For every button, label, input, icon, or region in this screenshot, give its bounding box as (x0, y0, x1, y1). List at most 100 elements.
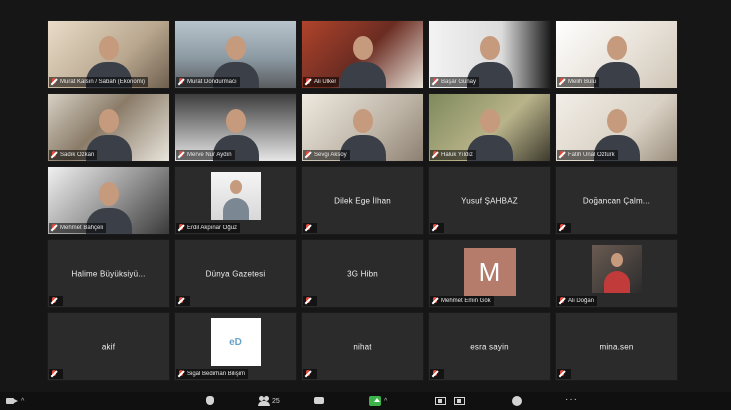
name-label (557, 369, 571, 379)
participant-name: Dilek Ege İlhan (334, 196, 391, 205)
muted-mic-icon (559, 297, 565, 305)
participant-label: Merve Nur Aydın (187, 152, 232, 158)
participant-name: Yusuf ŞAHBAZ (461, 196, 518, 205)
participant-tile[interactable]: nihat (301, 312, 424, 381)
participant-tile[interactable]: Sadık Özkan (47, 93, 170, 162)
chevron-up-icon[interactable]: ^ (384, 398, 387, 405)
participant-name: 3G Hibn (347, 269, 378, 278)
participant-tile[interactable]: eD Sigal Bedirhan Bilişim (174, 312, 297, 381)
muted-mic-icon (178, 370, 184, 378)
participant-tile[interactable]: Haluk Yıldız (428, 93, 551, 162)
profile-picture (591, 245, 642, 293)
participant-tile[interactable]: Sevgi Aksoy (301, 93, 424, 162)
name-label: Fatih Ünal Öztürk (557, 150, 618, 160)
participant-grid: Murat Kalsın / Sabah (Ekonomi) Murat Dond… (47, 20, 678, 381)
participant-tile[interactable]: Fatih Ünal Öztürk (555, 93, 678, 162)
muted-mic-icon (432, 78, 438, 86)
muted-mic-icon (305, 224, 311, 232)
participant-label: Başar Günay (441, 79, 477, 85)
participant-tile[interactable]: 3G Hibn (301, 239, 424, 308)
participant-tile[interactable]: Melih Bulu (555, 20, 678, 89)
participant-video (339, 36, 386, 88)
participant-label: Ali Doğan (568, 298, 595, 304)
participant-tile[interactable]: Başar Günay (428, 20, 551, 89)
participant-tile[interactable]: Mehmet Bahçeli (47, 166, 170, 235)
name-label: Erdil Akpınar Oğuz (176, 223, 241, 233)
participants-count: 25 (272, 397, 280, 405)
participant-tile[interactable]: mina.sen (555, 312, 678, 381)
share-screen-button[interactable]: ^ (369, 395, 387, 407)
participant-tile[interactable]: Halime Büyüksiyü... (47, 239, 170, 308)
participant-name: akif (101, 342, 116, 351)
muted-mic-icon (559, 224, 565, 232)
participant-tile[interactable]: Doğancan Çalm... (555, 166, 678, 235)
participant-label: Sadık Özkan (60, 152, 95, 158)
name-label (176, 296, 190, 306)
muted-mic-icon (305, 151, 311, 159)
muted-mic-icon (432, 297, 438, 305)
name-label: Ali Ülker (303, 77, 340, 87)
muted-mic-icon (51, 78, 57, 86)
muted-mic-icon (51, 224, 57, 232)
participant-label: Murat Kalsın / Sabah (Ekonomi) (60, 79, 146, 85)
name-label: Sevgi Aksoy (303, 150, 350, 160)
participant-tile[interactable]: Dilek Ege İlhan (301, 166, 424, 235)
name-label: Haluk Yıldız (430, 150, 476, 160)
name-label: Sigal Bedirhan Bilişim (176, 369, 249, 379)
shield-icon (204, 395, 216, 407)
muted-mic-icon (559, 78, 565, 86)
more-button[interactable]: ··· (565, 395, 578, 405)
muted-mic-icon (51, 370, 57, 378)
name-label (557, 223, 571, 233)
chevron-up-icon[interactable]: ^ (21, 398, 24, 405)
muted-mic-icon (559, 151, 565, 159)
reactions-button[interactable] (511, 395, 523, 407)
participant-tile[interactable]: Ali Doğan (555, 239, 678, 308)
name-label (430, 223, 444, 233)
video-toggle-button[interactable]: ^ (6, 395, 24, 407)
participant-name: Dünya Gazetesi (205, 269, 266, 278)
profile-picture (210, 172, 261, 220)
security-button[interactable] (204, 395, 216, 407)
muted-mic-icon (178, 297, 184, 305)
chat-icon (313, 395, 325, 407)
chat-button[interactable] (313, 395, 325, 407)
participant-tile[interactable]: Merve Nur Aydın (174, 93, 297, 162)
participant-label: Sevgi Aksoy (314, 152, 347, 158)
participants-button[interactable]: 25 (258, 395, 280, 407)
profile-logo: eD (210, 318, 261, 366)
muted-mic-icon (178, 224, 184, 232)
name-label: Başar Günay (430, 77, 480, 87)
muted-mic-icon (305, 78, 311, 86)
breakout-button[interactable] (454, 395, 466, 407)
participant-tile[interactable]: Yusuf ŞAHBAZ (428, 166, 551, 235)
participant-tile[interactable]: Murat Kalsın / Sabah (Ekonomi) (47, 20, 170, 89)
breakout-rooms-icon (454, 395, 466, 407)
name-label (303, 369, 317, 379)
participant-tile[interactable]: akif (47, 312, 170, 381)
muted-mic-icon (432, 370, 438, 378)
participant-tile[interactable]: M Mehmet Emin Gök (428, 239, 551, 308)
video-camera-icon (6, 395, 18, 407)
name-label: Murat Dondurmacı (176, 77, 240, 87)
participant-tile[interactable]: Ali Ülker (301, 20, 424, 89)
share-screen-icon (369, 395, 381, 407)
participant-tile[interactable]: Dünya Gazetesi (174, 239, 297, 308)
participant-tile[interactable]: Erdil Akpınar Oğuz (174, 166, 297, 235)
name-label (303, 296, 317, 306)
participant-label: Mehmet Emin Gök (441, 298, 491, 304)
name-label (303, 223, 317, 233)
participant-label: Mehmet Bahçeli (60, 225, 104, 231)
participant-name: nihat (353, 342, 372, 351)
muted-mic-icon (178, 151, 184, 159)
participant-label: Sigal Bedirhan Bilişim (187, 371, 246, 377)
reactions-icon (511, 395, 523, 407)
participant-tile[interactable]: Murat Dondurmacı (174, 20, 297, 89)
avatar: M (463, 248, 516, 296)
participant-video (593, 36, 640, 88)
participant-tile[interactable]: esra sayin (428, 312, 551, 381)
muted-mic-icon (432, 224, 438, 232)
name-label: Mehmet Emin Gök (430, 296, 494, 306)
participant-label: Ali Ülker (314, 79, 337, 85)
record-button[interactable] (435, 395, 447, 407)
